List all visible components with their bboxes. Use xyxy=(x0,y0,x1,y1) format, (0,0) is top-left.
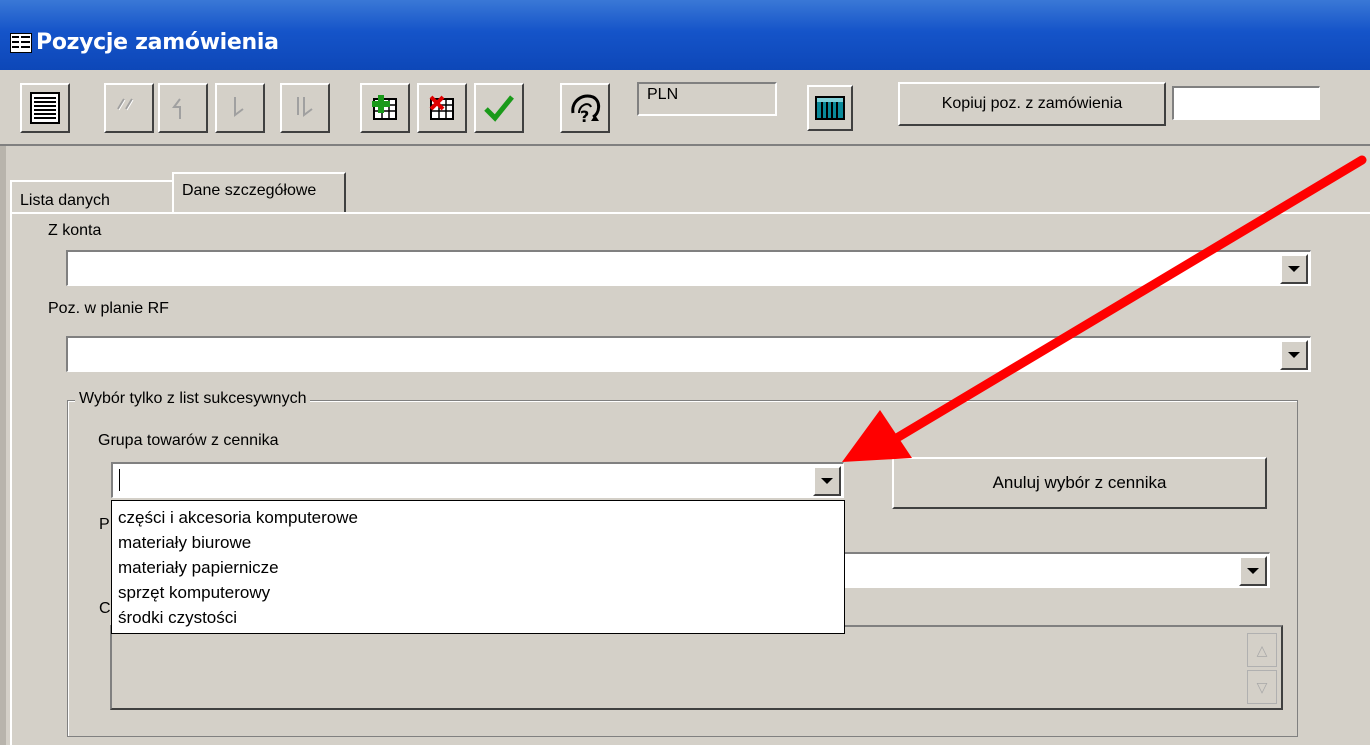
annotation-arrow xyxy=(842,155,1367,462)
window: Pozycje zamówienia ? PLN Kopiuj poz. z z… xyxy=(0,0,1370,745)
annotation-arrow-shaft xyxy=(885,155,1367,447)
